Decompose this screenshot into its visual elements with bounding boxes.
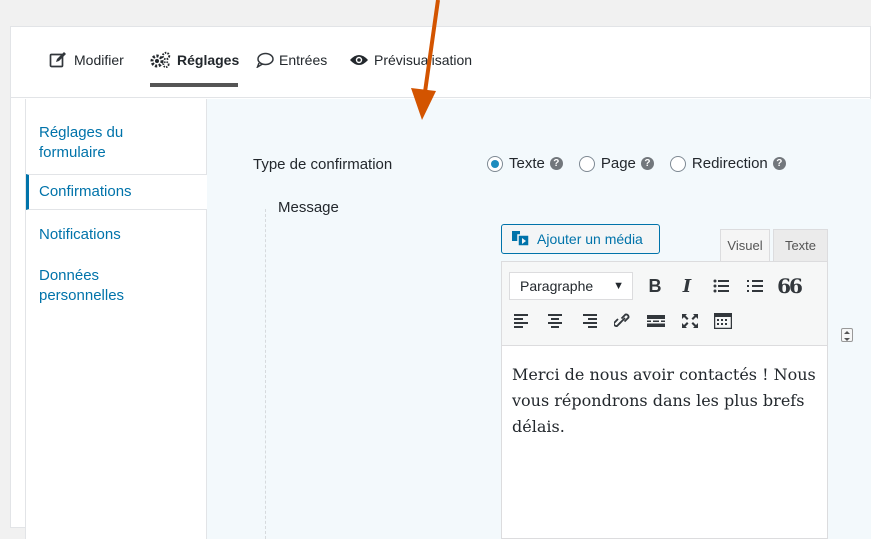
keyboard-icon xyxy=(714,313,732,329)
confirmation-type-options: Texte ? Page ? Redirection ? xyxy=(487,155,802,172)
radio-page[interactable] xyxy=(578,155,595,172)
align-left-button[interactable] xyxy=(509,308,535,334)
help-icon[interactable]: ? xyxy=(772,157,786,170)
edit-icon xyxy=(49,52,66,68)
numbered-list-button[interactable] xyxy=(742,273,768,299)
dropdown-arrows-icon xyxy=(844,331,850,341)
format-select[interactable]: Paragraphe ▼ xyxy=(509,272,633,300)
editor-content[interactable]: Merci de nous avoir contactés ! Nous vou… xyxy=(512,362,822,440)
settings-sidebar: Réglages du formulaire Confirmations Not… xyxy=(25,99,207,539)
editor-text-line: Merci de nous avoir contactés ! Nous xyxy=(512,365,816,384)
tab-label: Entrées xyxy=(279,52,328,68)
fullscreen-icon xyxy=(682,314,698,328)
align-right-icon xyxy=(583,314,597,328)
bold-icon: B xyxy=(648,275,662,296)
radio-redirection[interactable] xyxy=(669,155,686,172)
sidebar-item-confirmations[interactable]: Confirmations xyxy=(26,174,207,210)
sidebar-item-donnees-personnelles[interactable]: Données personnelles xyxy=(26,266,207,306)
editor-text-line: délais. xyxy=(512,417,565,436)
confirmation-settings-panel: Type de confirmation Texte ? Page ? Redi… xyxy=(207,99,871,539)
active-tab-indicator xyxy=(150,83,238,87)
tab-text[interactable]: Texte xyxy=(773,229,828,261)
sidebar-item-label: Réglages du xyxy=(39,124,124,141)
align-center-icon xyxy=(548,314,562,328)
link-icon xyxy=(614,313,630,327)
blockquote-icon: 66 xyxy=(777,274,803,298)
bold-button[interactable]: B xyxy=(642,273,668,299)
bullet-list-icon xyxy=(713,279,729,293)
sidebar-item-reglages-du-formulaire[interactable]: Réglages du formulaire xyxy=(26,123,207,163)
sidebar-item-label: Notifications xyxy=(39,226,121,243)
sidebar-item-label: Données xyxy=(39,267,100,284)
media-icon xyxy=(512,231,530,247)
form-settings-frame: Modifier Réglages Entrées Prévisualisati… xyxy=(10,26,871,539)
radio-redirection-label[interactable]: Redirection xyxy=(692,155,768,172)
bullet-list-button[interactable] xyxy=(708,273,734,299)
tab-visual[interactable]: Visuel xyxy=(720,229,770,261)
editor-toolbar: Paragraphe ▼ B I 66 xyxy=(502,262,827,346)
tab-label: Prévisualisation xyxy=(374,52,473,68)
top-tab-bar: Modifier Réglages Entrées Prévisualisati… xyxy=(11,27,870,98)
fullscreen-button[interactable] xyxy=(677,308,703,334)
radio-page-label[interactable]: Page xyxy=(601,155,636,172)
tab-modifier[interactable]: Modifier xyxy=(49,48,124,72)
confirmation-type-label: Type de confirmation xyxy=(253,156,393,173)
sidebar-item-label: formulaire xyxy=(39,144,106,161)
gears-icon xyxy=(150,51,171,68)
link-button[interactable] xyxy=(609,308,635,334)
tab-entrees[interactable]: Entrées xyxy=(256,48,327,72)
help-icon[interactable]: ? xyxy=(549,157,563,170)
format-select-value: Paragraphe xyxy=(520,278,594,294)
align-center-button[interactable] xyxy=(542,308,568,334)
sidebar-item-label: personnelles xyxy=(39,287,125,304)
caret-down-icon: ▼ xyxy=(613,280,624,292)
read-more-icon xyxy=(647,315,665,327)
toolbar-toggle-button[interactable] xyxy=(710,308,736,334)
eye-icon xyxy=(350,55,368,65)
add-media-label: Ajouter un média xyxy=(537,231,643,247)
numbered-list-icon xyxy=(747,280,763,292)
tab-reglages[interactable]: Réglages xyxy=(150,48,239,72)
tab-label: Réglages xyxy=(177,52,240,68)
merge-tags-icon[interactable] xyxy=(841,328,853,342)
blockquote-button[interactable]: 66 xyxy=(776,273,803,299)
tab-previsualisation[interactable]: Prévisualisation xyxy=(349,48,472,72)
sidebar-item-notifications[interactable]: Notifications xyxy=(26,225,207,245)
field-divider xyxy=(265,209,266,539)
align-left-icon xyxy=(514,314,528,328)
read-more-button[interactable] xyxy=(643,308,669,334)
message-label: Message xyxy=(278,199,339,216)
editor-text-line: vous répondrons dans les plus brefs xyxy=(512,391,805,410)
help-icon[interactable]: ? xyxy=(640,157,654,170)
sidebar-item-label: Confirmations xyxy=(39,183,132,200)
italic-button[interactable]: I xyxy=(674,273,700,299)
radio-texte[interactable] xyxy=(487,155,503,172)
italic-icon: I xyxy=(682,275,692,297)
align-right-button[interactable] xyxy=(576,308,602,334)
message-editor: Paragraphe ▼ B I 66 Merci de nous avoir … xyxy=(501,261,828,539)
speech-bubble-icon xyxy=(256,52,274,68)
radio-texte-label[interactable]: Texte xyxy=(509,155,545,172)
add-media-button[interactable]: Ajouter un média xyxy=(501,224,660,254)
tab-label: Modifier xyxy=(74,52,124,68)
